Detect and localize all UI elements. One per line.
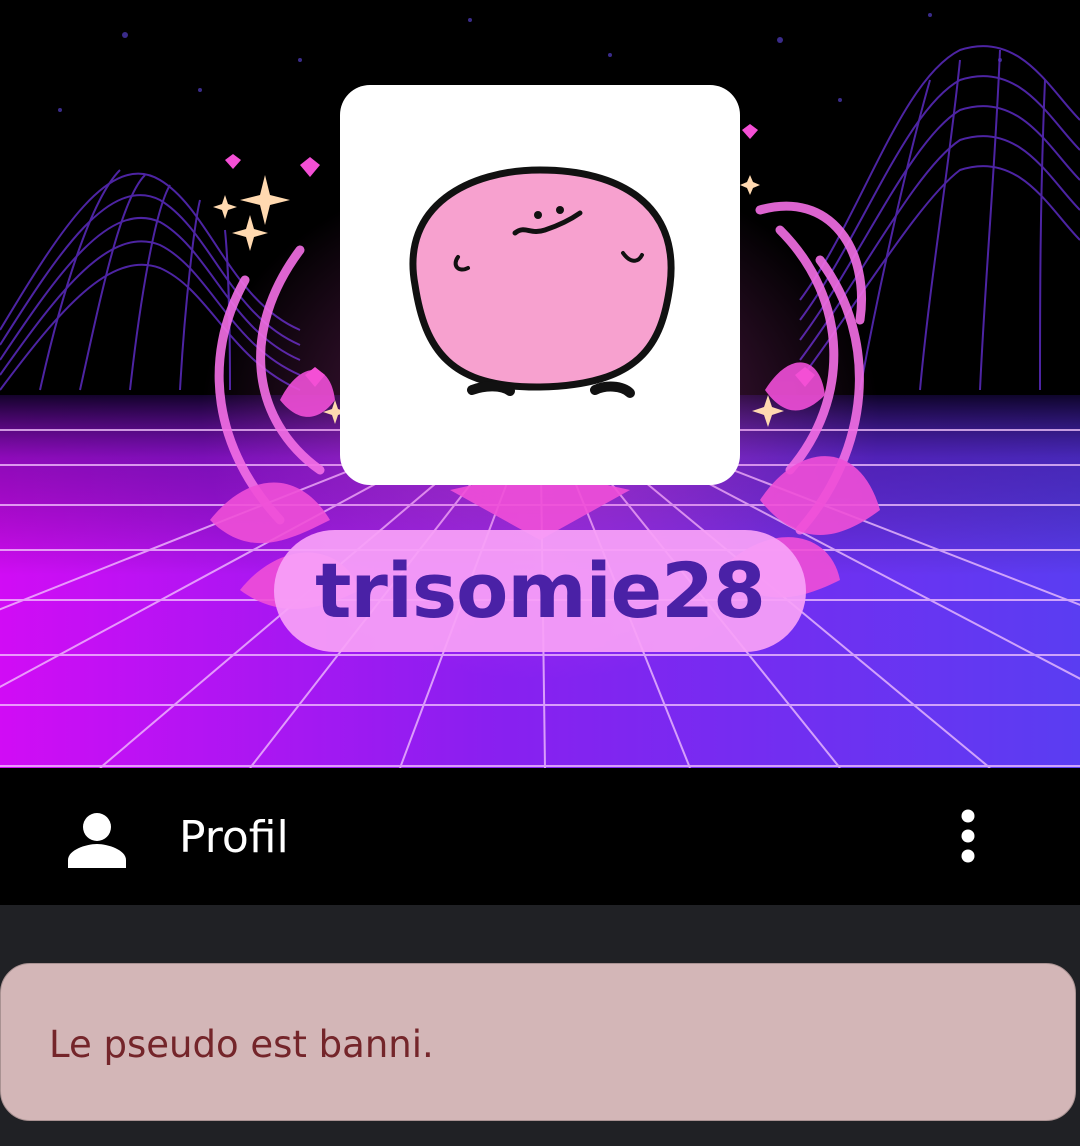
error-alert: Le pseudo est banni.	[0, 963, 1076, 1121]
more-vertical-icon[interactable]	[946, 804, 990, 868]
username-badge: trisomie28	[274, 530, 806, 652]
page-title: Profil	[179, 812, 289, 863]
pink-blob-avatar-image	[409, 166, 675, 398]
profile-content: Le pseudo est banni.	[0, 905, 1080, 1146]
avatar[interactable]	[340, 85, 740, 485]
username: trisomie28	[315, 546, 766, 635]
person-icon	[68, 813, 126, 868]
alert-message: Le pseudo est banni.	[49, 1023, 434, 1066]
profile-header-bar: Profil	[0, 768, 1080, 905]
profile-banner: trisomie28	[0, 0, 1080, 768]
